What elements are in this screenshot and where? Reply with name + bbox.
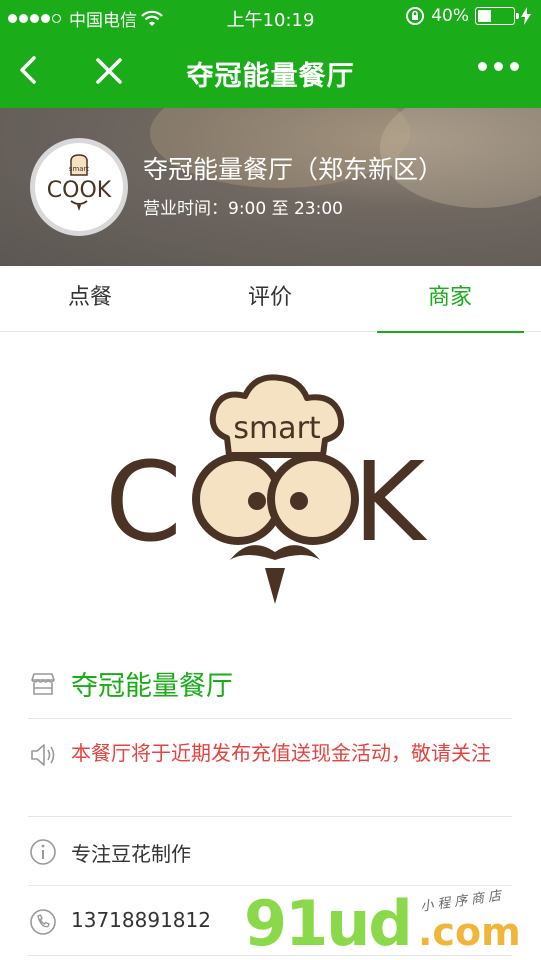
speaker-icon	[31, 744, 55, 766]
business-hours: 营业时间：9:00 至 23:00	[143, 199, 343, 219]
tab-order[interactable]: 点餐	[0, 266, 180, 332]
store-icon	[31, 673, 55, 695]
nav-title: 夺冠能量餐厅	[186, 61, 355, 92]
phone-icon	[30, 909, 56, 935]
tab-reviews[interactable]: 评价	[180, 266, 360, 332]
battery-icon	[475, 7, 519, 25]
merchant-name: 夺冠能量餐厅	[71, 671, 233, 702]
svg-text:COOK: COOK	[47, 178, 112, 203]
nav-bar: 夺冠能量餐厅	[0, 34, 541, 108]
watermark-com: .com	[418, 910, 521, 954]
watermark: 小程序商店 91ud .com	[240, 888, 530, 960]
status-bar: 中国电信 上午10:19 40%	[0, 0, 541, 34]
shop-banner: smart COOK 夺冠能量餐厅（郑东新区） 营业时间：9:00 至 23:0…	[0, 108, 541, 266]
merchant-phone[interactable]: 13718891812	[71, 908, 211, 932]
merchant-description-row: 专注豆花制作	[28, 817, 512, 886]
more-icon[interactable]	[478, 62, 519, 71]
watermark-main: 91ud	[244, 887, 413, 960]
lock-rotation-icon	[406, 7, 425, 25]
merchant-notice-row: 本餐厅将于近期发布充值送现金活动，敬请关注	[28, 719, 512, 817]
svg-text:smart: smart	[69, 165, 90, 173]
charging-icon	[521, 7, 531, 25]
shop-name: 夺冠能量餐厅（郑东新区）	[143, 155, 444, 184]
shop-avatar: smart COOK	[30, 138, 128, 236]
status-right: 40%	[405, 6, 531, 26]
info-icon	[30, 839, 56, 865]
logo-smart-text: smart	[233, 411, 321, 446]
merchant-logo: smart C K	[105, 374, 428, 604]
merchant-name-row: 夺冠能量餐厅	[28, 650, 512, 719]
logo-letter-c: C	[105, 438, 182, 566]
tab-merchant[interactable]: 商家	[360, 266, 540, 333]
merchant-notice: 本餐厅将于近期发布充值送现金活动，敬请关注	[71, 741, 491, 765]
battery-percent: 40%	[431, 6, 469, 26]
tab-bar: 点餐 评价 商家	[0, 266, 541, 333]
merchant-description: 专注豆花制作	[71, 842, 191, 866]
logo-letter-k: K	[353, 438, 428, 566]
avatar-logo: smart COOK	[47, 154, 112, 211]
